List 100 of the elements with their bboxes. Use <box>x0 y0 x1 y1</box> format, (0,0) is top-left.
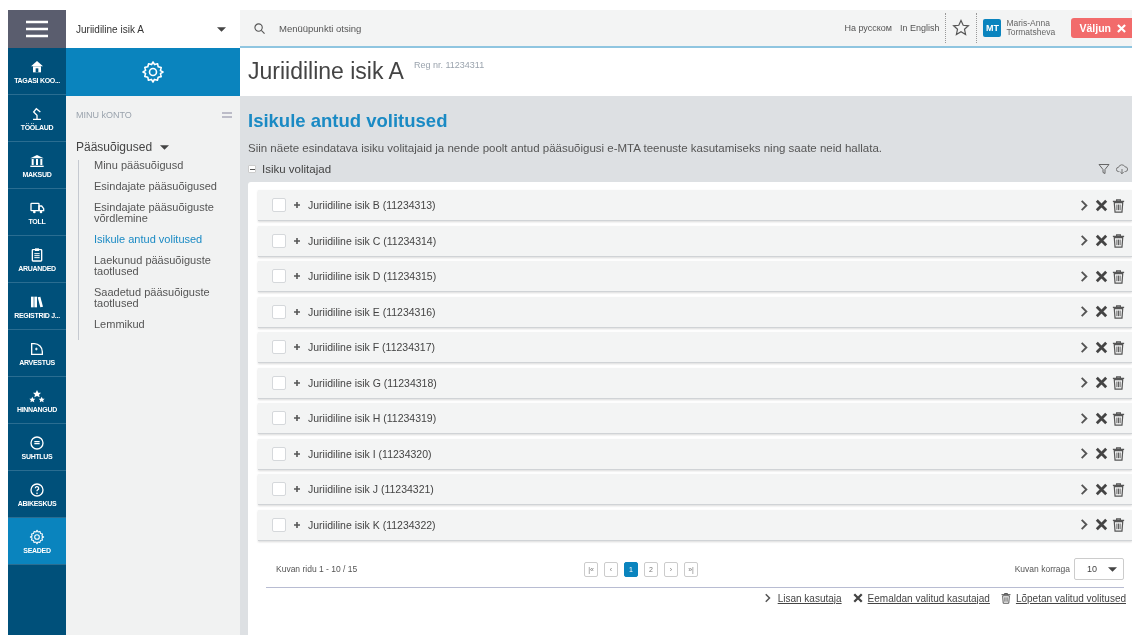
filter-icon[interactable] <box>1098 163 1110 175</box>
delete-button[interactable] <box>1111 410 1126 426</box>
trash-icon <box>1111 304 1126 319</box>
favorite-button[interactable] <box>952 19 971 37</box>
sidebar-item[interactable]: Esindajate pääsuõiguste võrdlemine <box>94 202 232 224</box>
checkbox[interactable] <box>272 233 286 248</box>
close-icon <box>1094 517 1109 532</box>
remove-button[interactable] <box>1094 304 1109 319</box>
row-count: Kuvan ridu 1 - 10 / 15 <box>276 564 358 574</box>
delete-button[interactable] <box>1111 233 1126 248</box>
expand-icon[interactable] <box>294 202 300 208</box>
caret-icon <box>217 26 226 32</box>
remove-button[interactable] <box>1094 339 1109 355</box>
sidebar-group[interactable]: Pääsuõigused <box>76 140 240 154</box>
close-icon <box>1094 268 1109 284</box>
row-label: Juriidiline isik E (11234316) <box>308 305 437 318</box>
close-icon <box>1094 410 1109 426</box>
sidebar-item[interactable]: Minu pääsuõigusd <box>94 160 232 171</box>
remove-button[interactable] <box>1094 375 1109 390</box>
menu-button[interactable] <box>8 10 66 48</box>
remove-button[interactable] <box>1094 410 1109 426</box>
expand-icon[interactable] <box>294 415 300 421</box>
row-label: Juriidiline isik J (11234321) <box>308 483 435 495</box>
close-icon <box>1094 446 1109 461</box>
row-label: Juriidiline isik F (11234317) <box>308 341 437 353</box>
user-name: Maris-Anna Tormatsheva <box>1006 19 1057 37</box>
delete-button[interactable] <box>1111 446 1126 461</box>
close-icon <box>1094 339 1109 355</box>
house-icon <box>29 58 45 75</box>
section-title: Isikule antud volitused <box>248 110 449 132</box>
panel-title: Isiku volitajad <box>262 163 332 175</box>
trash-icon <box>1111 233 1126 248</box>
action-link[interactable]: Lõpetan valitud volitused <box>999 592 1126 604</box>
row-label: Juriidiline isik D (11234315) <box>308 270 438 282</box>
row-label: Juriidiline isik C (11234314) <box>308 234 438 247</box>
checkbox[interactable] <box>272 304 286 319</box>
trash-icon <box>1111 339 1126 355</box>
close-icon <box>1094 481 1109 497</box>
checkbox[interactable] <box>272 517 286 532</box>
delete-button[interactable] <box>1111 197 1126 213</box>
remove-button[interactable] <box>1094 233 1109 248</box>
sidebar-item[interactable]: Laekunud pääsuõiguste taotlused <box>94 255 232 277</box>
delete-button[interactable] <box>1111 481 1126 497</box>
checkbox[interactable] <box>272 375 286 390</box>
checkbox[interactable] <box>272 340 286 354</box>
checkbox[interactable] <box>272 411 286 425</box>
action-link[interactable]: Lisan kasutaja <box>761 592 842 604</box>
remove-button[interactable] <box>1094 268 1109 284</box>
row-label: Juriidiline isik K (11234322) <box>308 518 437 531</box>
cloud-download-icon[interactable] <box>1116 163 1128 175</box>
expand-icon[interactable] <box>294 273 300 279</box>
delete-button[interactable] <box>1111 304 1126 319</box>
search-icon <box>254 22 265 34</box>
user-avatar: MT <box>983 19 1002 37</box>
row-label: Juriidiline isik H (11234319) <box>308 412 438 424</box>
close-icon <box>1094 375 1109 390</box>
delete-button[interactable] <box>1111 268 1126 284</box>
delete-button[interactable] <box>1111 375 1126 390</box>
expand-icon[interactable] <box>294 521 300 528</box>
remove-button[interactable] <box>1094 517 1109 532</box>
expand-icon[interactable] <box>294 379 300 386</box>
collapse-toggle[interactable] <box>248 165 256 173</box>
expand-icon[interactable] <box>294 450 300 457</box>
trash-icon <box>1111 481 1126 497</box>
sidebar-item[interactable]: Saadetud pääsuõiguste taotlused <box>94 287 232 309</box>
bank-icon <box>29 152 45 169</box>
expand-icon[interactable] <box>294 308 300 315</box>
delete-button[interactable] <box>1111 517 1126 532</box>
expand-icon[interactable] <box>294 486 300 492</box>
trash-icon <box>1111 375 1126 390</box>
per-page-select[interactable]: 10 <box>1074 558 1124 580</box>
close-icon <box>1094 304 1109 319</box>
checkbox[interactable] <box>272 198 286 212</box>
trash-icon <box>1111 517 1126 532</box>
trash-icon <box>1111 410 1126 426</box>
sidebar-item[interactable]: Esindajate pääsuõigused <box>94 181 232 192</box>
language-link[interactable]: На русском <box>844 23 892 33</box>
search-field[interactable]: Menüüpunkti otsing <box>277 21 481 35</box>
language-link[interactable]: In English <box>899 23 940 33</box>
remove-button[interactable] <box>1094 446 1109 461</box>
trash-icon <box>999 592 1012 604</box>
trash-icon <box>1111 268 1126 284</box>
entity-select[interactable]: Juriidiline isik A <box>66 10 240 48</box>
row-label: Juriidiline isik G (11234318) <box>308 376 438 389</box>
delete-button[interactable] <box>1111 339 1126 355</box>
remove-button[interactable] <box>1094 197 1109 213</box>
sidebar-item[interactable]: Isikule antud volitused <box>94 234 232 245</box>
caret-icon <box>160 144 170 150</box>
sidebar-heading: MINU kONTO <box>76 110 132 120</box>
chat-icon <box>29 434 45 451</box>
sidebar-item[interactable]: Lemmikud <box>94 319 232 330</box>
checkbox[interactable] <box>272 446 286 461</box>
expand-icon[interactable] <box>294 344 300 350</box>
checkbox[interactable] <box>272 482 286 496</box>
page-title: Juriidiline isik A <box>248 58 404 85</box>
action-link[interactable]: Eemaldan valitud kasutajad <box>851 592 990 604</box>
checkbox[interactable] <box>272 269 286 283</box>
expand-icon[interactable] <box>294 237 300 244</box>
remove-button[interactable] <box>1094 481 1109 497</box>
collapse-icon <box>222 112 232 118</box>
